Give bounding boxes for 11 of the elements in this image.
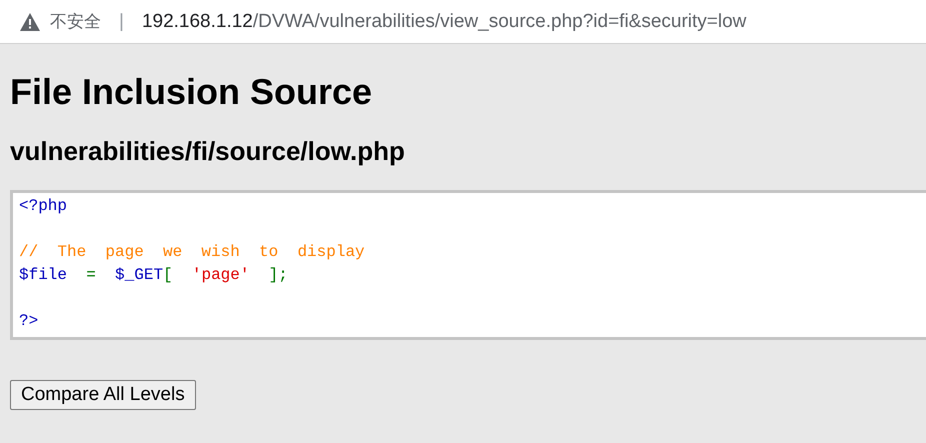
separator: | bbox=[119, 10, 124, 32]
file-path-heading: vulnerabilities/fi/source/low.php bbox=[10, 135, 406, 168]
security-label[interactable]: 不安全 bbox=[50, 10, 101, 33]
code-line: <?php bbox=[19, 196, 68, 217]
page-title: File Inclusion Source bbox=[10, 70, 374, 114]
code-line: // The page we wish to display bbox=[19, 242, 366, 263]
url-text[interactable]: 192.168.1.12/DVWA/vulnerabilities/view_source.php?id=fi&security=low bbox=[142, 10, 746, 32]
code-line: ?> bbox=[19, 311, 40, 332]
code-line: $file = $_GET[ 'page' ]; bbox=[19, 265, 289, 286]
compare-levels-button[interactable]: Compare All Levels bbox=[10, 380, 196, 410]
warning-icon[interactable] bbox=[20, 12, 40, 30]
